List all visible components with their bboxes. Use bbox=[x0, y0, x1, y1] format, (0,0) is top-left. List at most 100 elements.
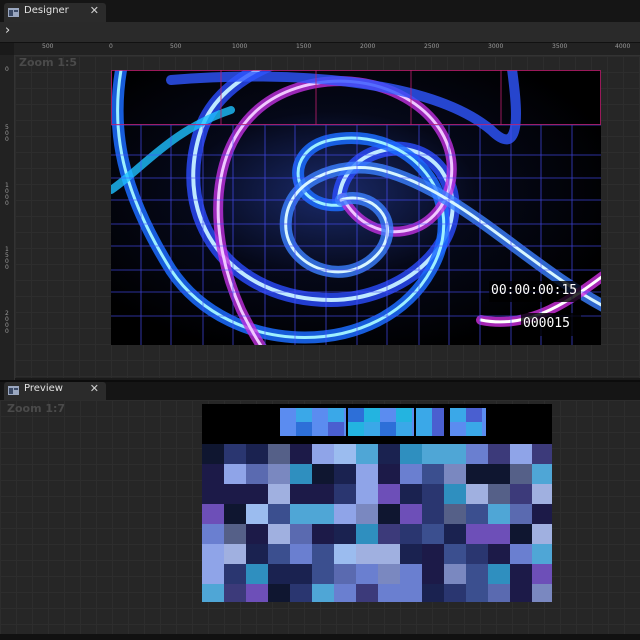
preview-pixel bbox=[466, 484, 488, 504]
horizontal-ruler: 500 0 500 1000 1500 2000 2500 3000 3500 … bbox=[14, 43, 640, 56]
preview-pixel bbox=[422, 524, 444, 544]
preview-pixel bbox=[532, 584, 554, 604]
vertical-ruler: 0 500 1000 1500 2000 bbox=[0, 55, 15, 380]
preview-pixel bbox=[312, 544, 334, 564]
preview-pixel bbox=[400, 444, 422, 464]
designer-tabbar: Designer ✕ bbox=[0, 0, 640, 22]
preview-pixel bbox=[510, 484, 532, 504]
preview-pixel bbox=[356, 504, 378, 524]
preview-pixel bbox=[356, 484, 378, 504]
preview-pixel bbox=[356, 564, 378, 584]
preview-pixel bbox=[312, 564, 334, 584]
tab-preview[interactable]: Preview ✕ bbox=[4, 382, 106, 400]
preview-pixel bbox=[400, 564, 422, 584]
tab-designer[interactable]: Designer ✕ bbox=[4, 3, 106, 22]
preview-pixel bbox=[400, 544, 422, 564]
preview-pixel bbox=[422, 484, 444, 504]
spiral-artwork bbox=[111, 70, 601, 345]
preview-pixel bbox=[432, 422, 444, 436]
preview-pixel bbox=[510, 584, 532, 604]
preview-pixel bbox=[312, 422, 328, 436]
ruler-v-label: 1500 bbox=[5, 246, 9, 271]
ruler-h-label: 500 bbox=[42, 43, 54, 50]
preview-pixel bbox=[416, 408, 432, 422]
preview-pixel bbox=[510, 464, 532, 484]
preview-pixel bbox=[378, 564, 400, 584]
preview-pixel bbox=[224, 584, 246, 604]
preview-pixel bbox=[532, 484, 554, 504]
preview-pixel bbox=[466, 422, 482, 436]
preview-pixel bbox=[334, 484, 356, 504]
preview-pixel bbox=[290, 504, 312, 524]
frame-count-overlay: 000015 bbox=[521, 313, 581, 336]
preview-pixel bbox=[510, 504, 532, 524]
preview-pixel bbox=[444, 504, 466, 524]
ruler-h-label: 3000 bbox=[488, 43, 504, 50]
preview-pixel bbox=[532, 524, 554, 544]
preview-pixel bbox=[422, 444, 444, 464]
preview-pixel bbox=[466, 504, 488, 524]
preview-pixel bbox=[224, 444, 246, 464]
close-icon[interactable]: ✕ bbox=[90, 382, 99, 395]
preview-pixel bbox=[412, 422, 414, 436]
preview-pixel bbox=[400, 524, 422, 544]
chevron-right-icon[interactable]: › bbox=[5, 23, 10, 38]
pixelated-preview bbox=[202, 408, 554, 604]
preview-pixel bbox=[290, 564, 312, 584]
preview-pixel bbox=[268, 544, 290, 564]
preview-pixel bbox=[422, 504, 444, 524]
preview-pixel bbox=[312, 504, 334, 524]
preview-pixel bbox=[328, 422, 344, 436]
preview-pixel bbox=[280, 422, 296, 436]
preview-pixel bbox=[296, 422, 312, 436]
preview-pixel bbox=[246, 444, 268, 464]
preview-pixel bbox=[444, 584, 466, 604]
preview-pixel bbox=[334, 564, 356, 584]
preview-pixel bbox=[312, 484, 334, 504]
close-icon[interactable]: ✕ bbox=[90, 4, 99, 17]
preview-pixel bbox=[290, 484, 312, 504]
preview-pixel bbox=[312, 524, 334, 544]
preview-pixel bbox=[396, 422, 412, 436]
preview-pixel bbox=[488, 524, 510, 544]
preview-pixel bbox=[488, 564, 510, 584]
preview-pixel bbox=[202, 524, 224, 544]
ruler-v-label: 1000 bbox=[5, 182, 9, 207]
preview-pixel bbox=[378, 484, 400, 504]
preview-pixel bbox=[532, 564, 554, 584]
preview-pixel bbox=[246, 484, 268, 504]
preview-pixel bbox=[466, 544, 488, 564]
preview-pixel bbox=[400, 464, 422, 484]
preview-pixel bbox=[488, 464, 510, 484]
designer-frame[interactable] bbox=[111, 70, 601, 345]
preview-pixel bbox=[312, 408, 328, 422]
preview-pixel bbox=[488, 444, 510, 464]
preview-pixel bbox=[290, 584, 312, 604]
preview-pixel bbox=[364, 422, 380, 436]
preview-pixel bbox=[422, 544, 444, 564]
preview-pixel bbox=[482, 408, 486, 422]
preview-frame[interactable] bbox=[202, 404, 554, 604]
preview-pixel bbox=[466, 584, 488, 604]
preview-pixel bbox=[488, 584, 510, 604]
preview-pixel bbox=[444, 564, 466, 584]
preview-pixel bbox=[532, 504, 554, 524]
preview-pixel bbox=[224, 524, 246, 544]
preview-pixel bbox=[334, 524, 356, 544]
preview-pixel bbox=[268, 524, 290, 544]
preview-pixel bbox=[380, 408, 396, 422]
preview-pixel bbox=[444, 444, 466, 464]
preview-pixel bbox=[290, 444, 312, 464]
preview-pixel bbox=[246, 524, 268, 544]
preview-pixel bbox=[380, 422, 396, 436]
preview-pixel bbox=[488, 504, 510, 524]
preview-pixel bbox=[328, 408, 344, 422]
preview-pixel bbox=[444, 484, 466, 504]
designer-toolbar: › bbox=[0, 22, 640, 43]
preview-pixel bbox=[400, 504, 422, 524]
tab-designer-label: Designer bbox=[24, 5, 69, 16]
preview-pixel bbox=[444, 464, 466, 484]
preview-pixel bbox=[422, 464, 444, 484]
preview-tabbar: Preview ✕ bbox=[0, 382, 640, 400]
preview-pixel bbox=[290, 544, 312, 564]
